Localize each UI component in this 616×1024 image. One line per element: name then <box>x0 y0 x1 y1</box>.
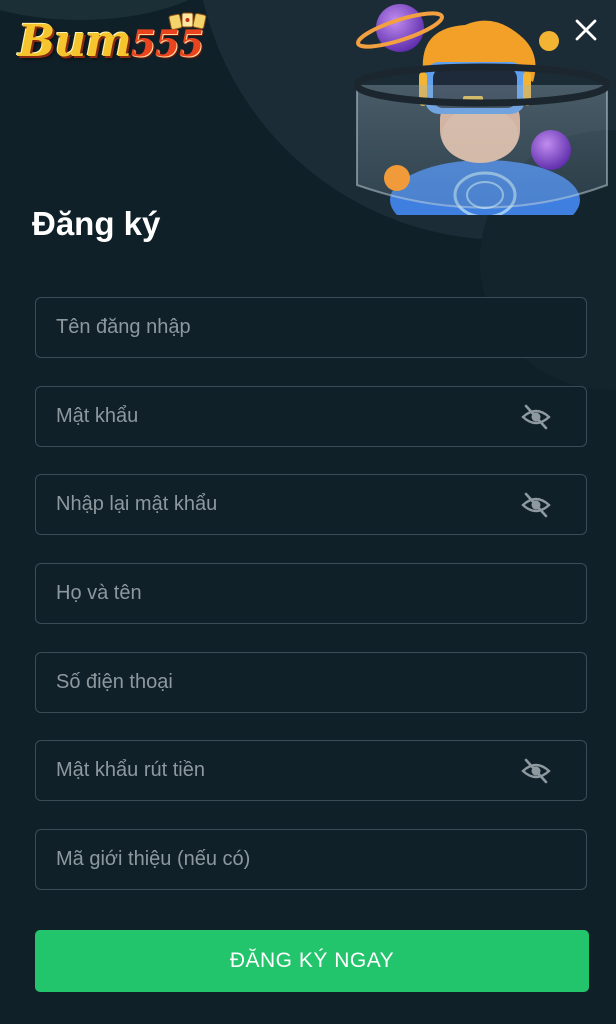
referral-code-field <box>35 829 587 890</box>
logo-text: Bum555 <box>18 16 204 67</box>
phone-field <box>35 652 587 713</box>
brand-logo: Bum555 <box>18 10 223 76</box>
username-field <box>35 297 587 358</box>
password-field <box>35 386 587 447</box>
register-page: Bum555 Đăng ký Tên đăng nhập Họ và tên S… <box>0 0 616 1024</box>
logo-number: 555 <box>130 23 204 65</box>
close-button[interactable] <box>568 12 604 48</box>
username-input[interactable] <box>36 298 586 357</box>
withdraw-password-field <box>35 740 587 801</box>
close-icon <box>575 19 597 41</box>
eye-off-icon <box>521 404 551 429</box>
confirm-password-input[interactable] <box>36 475 516 534</box>
eye-off-icon <box>521 492 551 517</box>
withdraw-password-visibility-toggle[interactable] <box>516 751 556 791</box>
referral-code-input[interactable] <box>36 830 586 889</box>
phone-input[interactable] <box>36 653 586 712</box>
confirm-password-field <box>35 474 587 535</box>
logo-word: Bum <box>18 16 132 67</box>
eye-off-icon <box>521 758 551 783</box>
withdraw-password-input[interactable] <box>36 741 516 800</box>
full-name-input[interactable] <box>36 564 586 623</box>
register-now-button[interactable]: ĐĂNG KÝ NGAY <box>35 930 589 992</box>
confirm-password-visibility-toggle[interactable] <box>516 485 556 525</box>
page-title: Đăng ký <box>32 205 161 242</box>
password-visibility-toggle[interactable] <box>516 397 556 437</box>
password-input[interactable] <box>36 387 516 446</box>
full-name-field <box>35 563 587 624</box>
